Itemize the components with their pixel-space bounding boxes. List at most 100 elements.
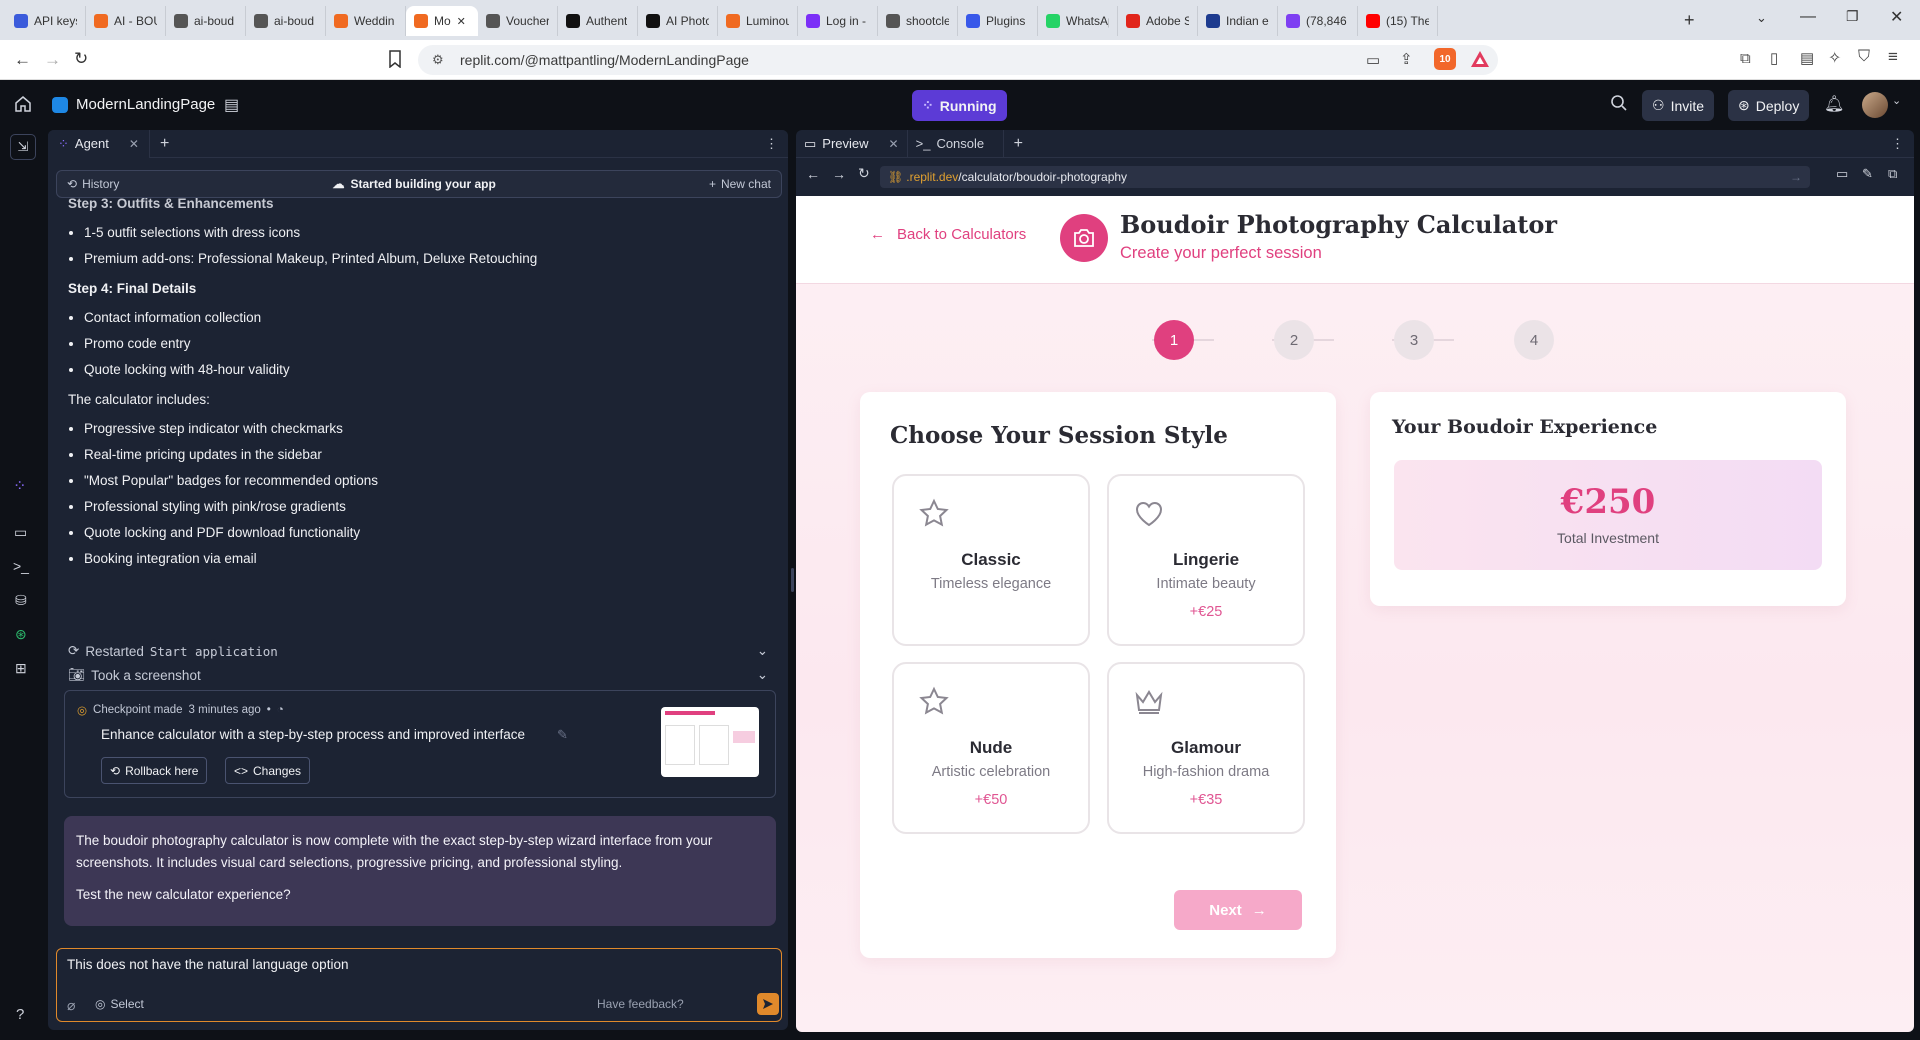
step-3[interactable]: 3 [1394,320,1434,360]
back-arrow-icon[interactable]: ← [14,50,31,70]
panel-menu-icon[interactable]: ⋮ [1891,136,1904,152]
tab-agent[interactable]: ⁘ Agent ✕ [48,130,150,158]
bookmark-icon[interactable] [388,50,402,68]
extensions-icon[interactable]: ⧉ [1740,50,1751,67]
project-name[interactable]: ModernLandingPage [76,96,215,113]
cast-icon[interactable]: ▭ [1366,51,1380,69]
select-button[interactable]: ◎ Select [95,997,144,1011]
browser-tab[interactable]: Voucher [478,6,558,36]
deploy-button[interactable]: ⊛ Deploy [1728,90,1810,121]
site-settings-icon[interactable]: ⚙ [432,52,444,68]
preview-reload-icon[interactable]: ↻ [858,165,870,182]
brave-rewards-icon[interactable] [1470,50,1490,68]
browser-tab[interactable]: ai-boud [166,6,246,36]
browser-tab[interactable]: Adobe S [1118,6,1198,36]
option-lingerie[interactable]: Lingerie Intimate beauty +€25 [1107,474,1305,646]
add-tab-button[interactable]: + [160,135,169,153]
browser-tab[interactable]: (15) The [1358,6,1438,36]
browser-tab[interactable]: WhatsAp [1038,6,1118,36]
vpn-icon[interactable]: ⛉ [1858,48,1870,66]
forward-arrow-icon[interactable]: → [44,50,61,70]
step-1[interactable]: 1 [1154,320,1194,360]
browser-tab[interactable]: API keys [6,6,86,36]
minimize-window-button[interactable]: — [1800,8,1816,26]
browser-tab[interactable]: Weddin [326,6,406,36]
agent-icon[interactable]: ⁘ [13,476,26,496]
menu-icon[interactable]: ≡ [1888,47,1898,67]
step-4[interactable]: 4 [1514,320,1554,360]
devices-icon[interactable]: ▭ [1836,166,1848,182]
database-icon[interactable]: ⛁ [15,592,27,609]
search-icon[interactable] [1610,94,1628,112]
screenshot-row[interactable]: 📷︎ Took a screenshot ⌄ [68,664,768,686]
browser-tab[interactable]: Luminou [718,6,798,36]
browser-tab[interactable]: ai-boud [246,6,326,36]
avatar[interactable] [1862,92,1888,118]
browser-tab[interactable]: Plugins [958,6,1038,36]
reload-icon[interactable]: ↻ [74,49,88,69]
browser-tab[interactable]: Indian e [1198,6,1278,36]
chevron-down-icon[interactable]: ⌄ [1892,94,1901,107]
paperclip-icon[interactable]: ⌀ [67,997,75,1014]
preview-forward-icon[interactable]: → [832,166,846,182]
close-window-button[interactable]: ✕ [1890,7,1903,27]
panel-menu-icon[interactable]: ⋮ [765,136,778,152]
back-to-calculators-link[interactable]: ← Back to Calculators [870,226,1026,243]
close-tab-icon[interactable]: ✕ [457,15,466,28]
deployments-icon[interactable]: ⊛ [15,626,27,643]
browser-tab[interactable]: AI - BOU [86,6,166,36]
panel-resize-handle[interactable] [791,568,794,592]
console-icon[interactable]: >_ [13,558,29,574]
browser-tab[interactable]: Authent [558,6,638,36]
browser-tab[interactable]: shootcle [878,6,958,36]
next-button[interactable]: Next → [1174,890,1302,930]
feedback-link[interactable]: Have feedback? [597,997,684,1011]
open-arrow-icon[interactable]: → [1790,170,1802,184]
restarted-row[interactable]: ⟳ Restarted Start application ⌄ [68,640,768,662]
restore-window-button[interactable]: ❐ [1846,8,1859,25]
help-icon[interactable]: ? [16,1006,24,1023]
add-tab-button[interactable]: + [1014,135,1023,153]
new-chat-button[interactable]: + New chat [709,177,771,191]
browser-tab[interactable]: Log in - [798,6,878,36]
run-status-button[interactable]: ⁘ Running [912,90,1007,121]
home-icon[interactable] [14,95,32,113]
close-tab-icon[interactable]: ✕ [889,137,899,151]
step-2[interactable]: 2 [1274,320,1314,360]
option-nude[interactable]: Nude Artistic celebration +€50 [892,662,1090,834]
rollback-button[interactable]: ⟲ Rollback here [101,757,208,784]
option-glamour[interactable]: Glamour High-fashion drama +€35 [1107,662,1305,834]
new-tab-button[interactable]: + [1684,10,1695,31]
brave-shield-icon[interactable]: 10 [1434,48,1456,70]
devtools-icon[interactable]: ✎ [1862,166,1873,182]
address-bar[interactable]: ⚙ replit.com/@mattpantling/ModernLanding… [418,45,1498,75]
browser-tab[interactable]: Mo ✕ [406,6,478,36]
browser-tab[interactable]: AI Photo [638,6,718,36]
chevron-down-icon[interactable]: ⌄ [757,667,768,683]
tab-console[interactable]: >_ Console [908,130,1004,158]
share-icon[interactable]: ⇪ [1400,50,1413,68]
leo-ai-icon[interactable]: ✧ [1828,48,1841,68]
tab-search-chevron-icon[interactable]: ⌄ [1756,10,1767,26]
invite-button[interactable]: ⚇ Invite [1642,90,1715,121]
tab-preview[interactable]: ▭ Preview ✕ [796,130,908,158]
chat-input[interactable]: This does not have the natural language … [67,957,348,972]
sidebar-icon[interactable]: ▯ [1770,49,1778,67]
preview-back-icon[interactable]: ← [806,166,820,182]
close-tab-icon[interactable]: ✕ [129,137,139,151]
browser-tab[interactable]: (78,846 [1278,6,1358,36]
all-tools-icon[interactable]: ⊞ [15,660,27,677]
bell-icon[interactable]: 🔔︎ [1824,94,1844,114]
chevron-down-icon[interactable]: ⌄ [757,643,768,659]
option-classic[interactable]: Classic Timeless elegance [892,474,1090,646]
new-window-icon[interactable]: ⧉ [1888,166,1897,182]
wallet-icon[interactable]: ▤ [1800,49,1814,67]
preview-icon[interactable]: ▭ [14,524,27,541]
checkpoint-thumbnail[interactable] [661,707,759,777]
changes-button[interactable]: <> Changes [225,757,311,784]
preview-url-bar[interactable]: ⛓ .replit.dev /calculator/boudoir-photog… [880,166,1810,188]
file-tree-icon[interactable]: ⇲ [10,134,36,160]
project-settings-icon[interactable]: ▤ [224,95,239,115]
send-button[interactable] [757,993,779,1015]
edit-icon[interactable]: ✎ [557,727,568,743]
